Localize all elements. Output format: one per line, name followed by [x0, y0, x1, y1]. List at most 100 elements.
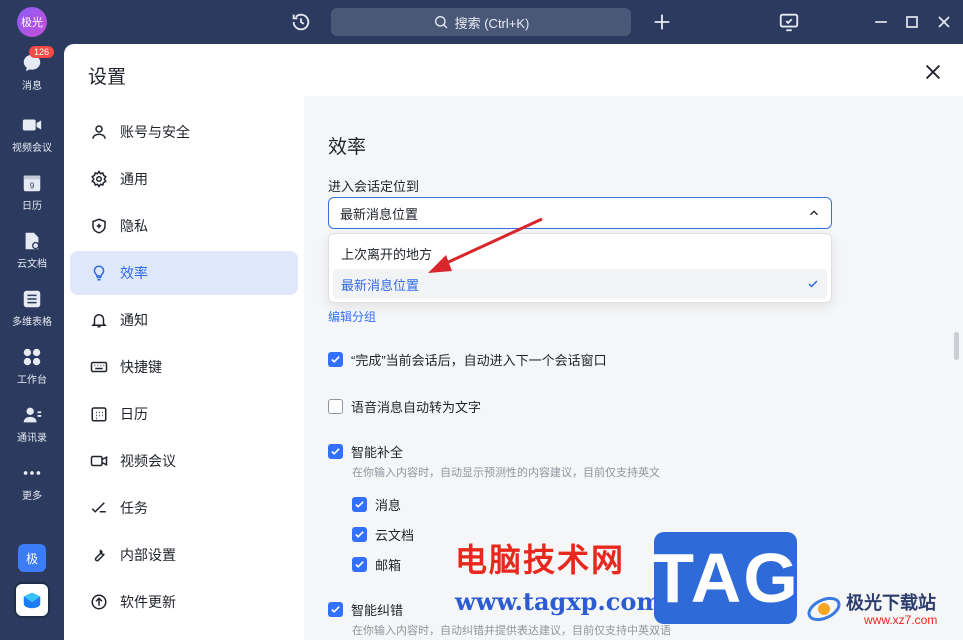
watermark-brand: 极光下载站 www.xz7.com — [806, 587, 961, 633]
contacts-icon — [23, 407, 42, 423]
check-icon — [355, 561, 364, 568]
section-title: 效率 — [328, 137, 367, 158]
sub-option-label: 消息 — [375, 498, 402, 513]
sub-option-messages[interactable]: 消息 — [352, 495, 401, 514]
edit-group-link[interactable]: 编辑分组 — [328, 308, 376, 325]
check-icon — [331, 356, 340, 363]
voice-to-text-row[interactable]: 语音消息自动转为文字 — [328, 397, 481, 416]
user-icon — [92, 125, 106, 139]
rail-label: 工作台 — [17, 375, 47, 386]
rail-item-more[interactable]: 更多 — [0, 462, 64, 512]
sub-option-label: 云文档 — [375, 528, 415, 543]
auto-next-label: “完成”当前会话后，自动进入下一个会话窗口 — [351, 353, 607, 368]
sidebar-item-label: 通知 — [120, 312, 148, 328]
sidebar-item-label: 效率 — [120, 265, 148, 281]
check-icon — [808, 280, 818, 288]
smart-complete-checkbox[interactable] — [328, 444, 343, 459]
check-icon — [355, 531, 364, 538]
select-value: 最新消息位置 — [340, 206, 419, 222]
brand-name: 极光下载站 — [846, 593, 936, 613]
doc-icon — [25, 232, 40, 250]
sidebar-item-internal[interactable]: 内部设置 — [70, 533, 298, 577]
rail-label: 更多 — [22, 491, 42, 502]
watermark-tag-logo: TAG — [651, 532, 798, 624]
title-bar: 搜索 (Ctrl+K) — [0, 0, 963, 44]
voice-to-text-checkbox[interactable] — [328, 399, 343, 414]
rail-label: 通讯录 — [17, 433, 47, 444]
sidebar-item-general[interactable]: 通用 — [70, 157, 298, 201]
dropdown-option-latest[interactable]: 最新消息位置 — [333, 269, 827, 299]
sidebar-item-label: 日历 — [120, 406, 148, 422]
rail-item-video[interactable]: 视频会议 — [0, 114, 64, 164]
rail-item-messages[interactable]: 126 消息 — [0, 46, 64, 102]
history-icon[interactable] — [290, 11, 312, 33]
settings-content: 效率 进入会话定位到 最新消息位置 上次离开的地方 最新消息位置 编辑分组 “完… — [304, 96, 963, 640]
rail-item-bitable[interactable]: 多维表格 — [0, 288, 64, 338]
sidebar-item-label: 隐私 — [120, 218, 148, 234]
docs-checkbox[interactable] — [352, 527, 367, 542]
auto-next-checkbox[interactable] — [328, 352, 343, 367]
minimize-icon[interactable] — [871, 12, 891, 32]
sidebar-item-label: 通用 — [120, 171, 148, 187]
check-icon — [331, 606, 340, 613]
voice-to-text-label: 语音消息自动转为文字 — [351, 400, 482, 415]
close-icon[interactable] — [922, 61, 944, 83]
sidebar-item-efficiency[interactable]: 效率 — [70, 251, 298, 295]
rail-label: 消息 — [22, 81, 42, 92]
locate-dropdown: 上次离开的地方 最新消息位置 — [328, 233, 832, 303]
rail-item-docs[interactable]: 云文档 — [0, 230, 64, 280]
smart-complete-row[interactable]: 智能补全 — [328, 442, 403, 461]
rail-item-contacts[interactable]: 通讯录 — [0, 404, 64, 454]
content-scrollbar[interactable] — [954, 332, 959, 360]
annotation-arrow — [428, 217, 543, 273]
app-shortcut-button[interactable]: 极 — [18, 544, 46, 572]
rail-item-calendar[interactable]: 9 日历 — [0, 172, 64, 222]
sub-option-docs[interactable]: 云文档 — [352, 525, 414, 544]
table-icon — [23, 290, 41, 308]
unread-badge: 126 — [29, 46, 55, 58]
sidebar-item-shortcuts[interactable]: 快捷键 — [70, 345, 298, 389]
sidebar-item-video-meeting[interactable]: 视频会议 — [70, 439, 298, 483]
sidebar-item-account[interactable]: 账号与安全 — [70, 110, 298, 154]
more-icon — [23, 471, 41, 475]
window-close-icon[interactable] — [934, 12, 954, 32]
smart-complete-label: 智能补全 — [351, 445, 404, 460]
sidebar-item-calendar[interactable]: 日历 — [70, 392, 298, 436]
sidebar-item-notifications[interactable]: 通知 — [70, 298, 298, 342]
option-label: 上次离开的地方 — [341, 246, 433, 262]
rail-item-workplace[interactable]: 工作台 — [0, 346, 64, 396]
sidebar-item-tasks[interactable]: 任务 — [70, 486, 298, 530]
sidebar-item-label: 视频会议 — [120, 453, 176, 469]
messages-checkbox[interactable] — [352, 497, 367, 512]
search-bar[interactable]: 搜索 (Ctrl+K) — [331, 8, 631, 36]
wrench-icon — [94, 549, 105, 562]
chevron-up-icon — [810, 210, 818, 216]
update-icon — [91, 594, 107, 610]
grid-icon — [23, 348, 41, 366]
search-label: 搜索 (Ctrl+K) — [454, 15, 530, 31]
sidebar-item-label: 任务 — [120, 500, 148, 516]
locate-select[interactable]: 最新消息位置 — [328, 197, 832, 229]
auto-next-row[interactable]: “完成”当前会话后，自动进入下一个会话窗口 — [328, 350, 607, 369]
sidebar-item-label: 内部设置 — [120, 547, 176, 563]
smart-correct-checkbox[interactable] — [328, 602, 343, 617]
screen-share-icon[interactable] — [778, 11, 800, 33]
rail-label: 云文档 — [17, 259, 47, 270]
avatar[interactable]: 极光 — [17, 7, 47, 37]
maximize-icon[interactable] — [902, 12, 922, 32]
sidebar-item-label: 账号与安全 — [120, 124, 190, 140]
watermark-site-url: www.tagxp.com — [455, 587, 662, 616]
mail-checkbox[interactable] — [352, 557, 367, 572]
sidebar-item-privacy[interactable]: 隐私 — [70, 204, 298, 248]
dropdown-option-last-left[interactable]: 上次离开的地方 — [333, 238, 827, 268]
check-icon — [331, 448, 340, 455]
app-launcher-button[interactable] — [14, 582, 50, 618]
rail-label: 多维表格 — [12, 317, 52, 328]
sidebar-item-update[interactable]: 软件更新 — [70, 580, 298, 624]
plus-icon[interactable] — [651, 11, 673, 33]
smart-correct-row[interactable]: 智能纠错 — [328, 600, 403, 619]
locate-label: 进入会话定位到 — [328, 179, 420, 194]
sub-option-mail[interactable]: 邮箱 — [352, 555, 401, 574]
sidebar-item-label: 快捷键 — [120, 359, 162, 375]
brand-url: www.xz7.com — [864, 613, 938, 627]
